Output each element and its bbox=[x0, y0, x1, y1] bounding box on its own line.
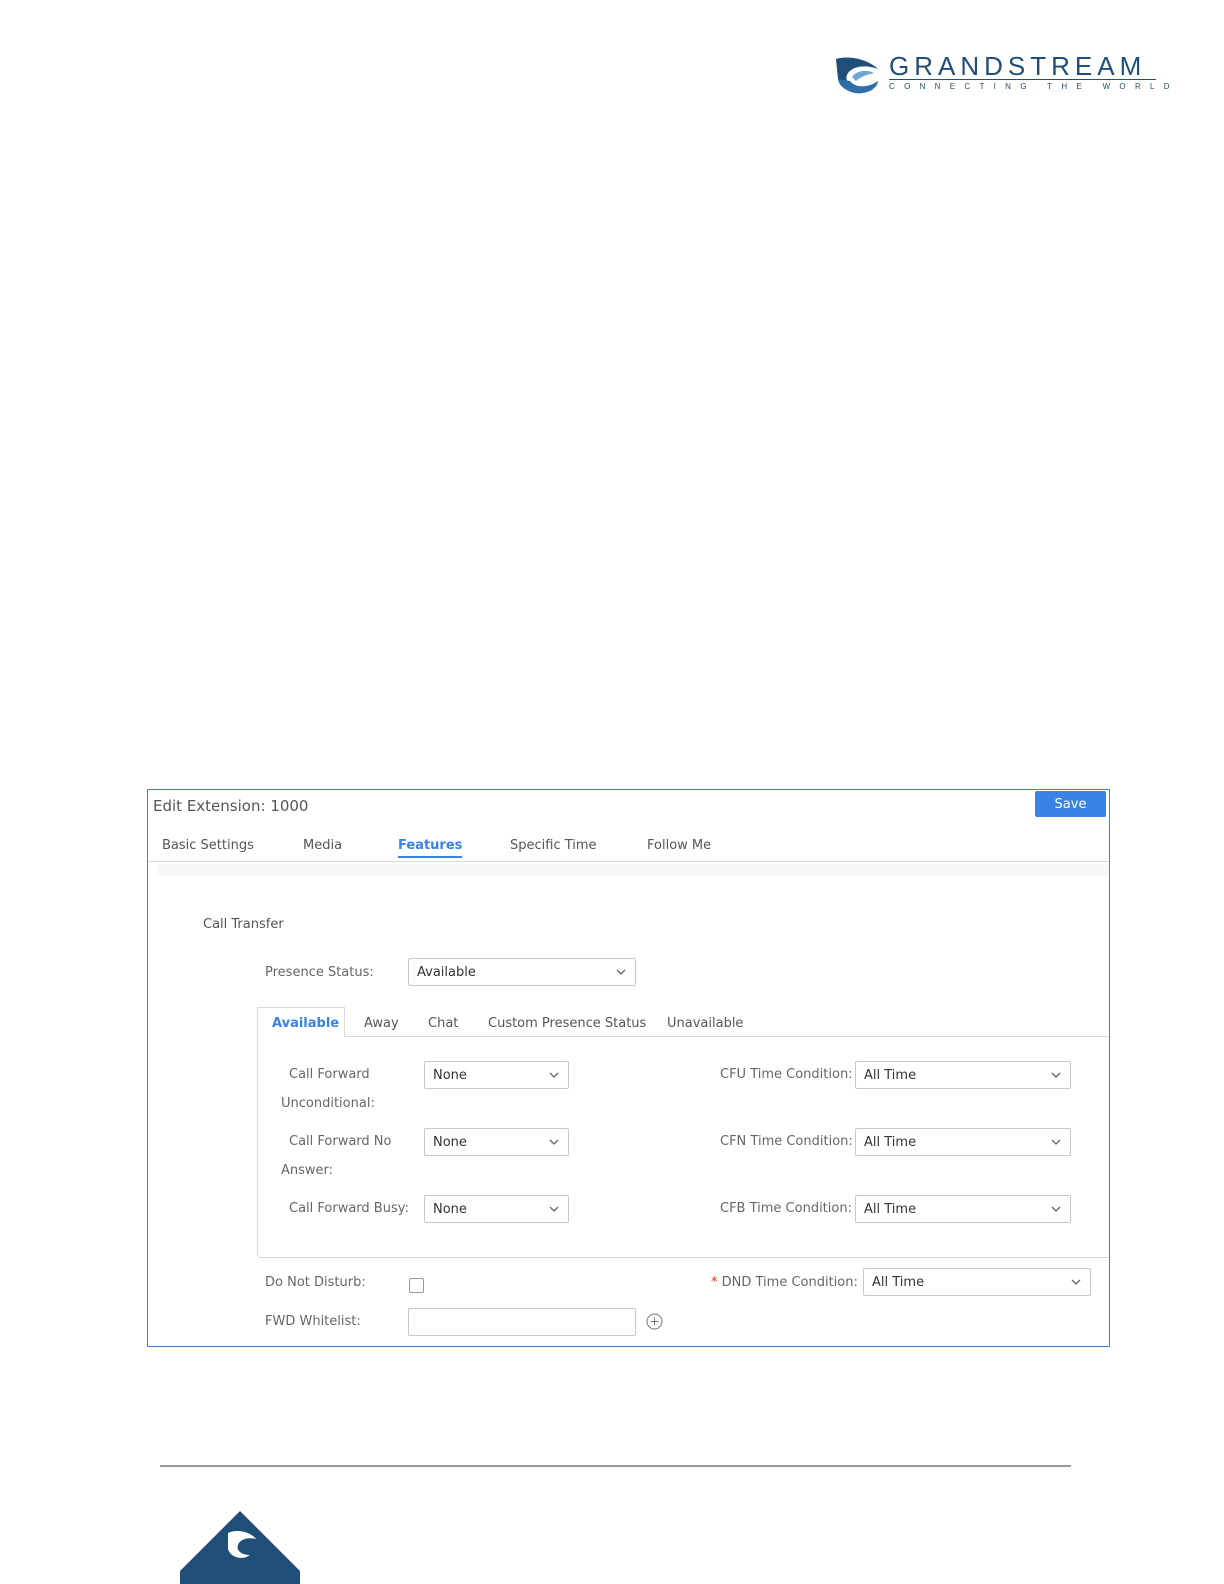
tab-away[interactable]: Away bbox=[364, 1016, 399, 1031]
fwd-whitelist-input[interactable] bbox=[408, 1308, 636, 1336]
footer-divider bbox=[160, 1465, 1071, 1467]
grandstream-logo-icon bbox=[836, 57, 878, 94]
cfb-time-value: All Time bbox=[864, 1202, 917, 1217]
chevron-down-icon bbox=[1051, 1206, 1061, 1212]
content-top-strip bbox=[158, 864, 1109, 876]
dialog-title: Edit Extension: 1000 bbox=[153, 797, 309, 815]
tab-unavailable[interactable]: Unavailable bbox=[667, 1016, 743, 1031]
edit-extension-dialog: Edit Extension: 1000 Save Basic Settings… bbox=[147, 789, 1110, 1347]
cfn-time-select[interactable]: All Time bbox=[855, 1128, 1071, 1156]
cfb-value: None bbox=[433, 1202, 467, 1217]
dnd-label: Do Not Disturb: bbox=[265, 1275, 366, 1290]
footer-logo-icon bbox=[180, 1511, 300, 1584]
chevron-down-icon bbox=[1071, 1279, 1081, 1285]
add-circle-icon[interactable] bbox=[646, 1313, 663, 1330]
section-title: Call Transfer bbox=[203, 917, 284, 932]
tab-media[interactable]: Media bbox=[303, 838, 342, 853]
fwd-whitelist-label: FWD Whitelist: bbox=[265, 1314, 361, 1329]
presence-status-select[interactable]: Available bbox=[408, 958, 636, 986]
cfb-time-select[interactable]: All Time bbox=[855, 1195, 1071, 1223]
save-button[interactable]: Save bbox=[1035, 791, 1106, 817]
chevron-down-icon bbox=[549, 1206, 559, 1212]
cfu-time-value: All Time bbox=[864, 1068, 917, 1083]
cfn-label-line1: Call Forward No bbox=[289, 1134, 392, 1149]
tab-available[interactable]: Available bbox=[272, 1016, 339, 1031]
dnd-time-label-wrap: * DND Time Condition: bbox=[711, 1275, 858, 1290]
cfn-value: None bbox=[433, 1135, 467, 1150]
cfu-time-select[interactable]: All Time bbox=[855, 1061, 1071, 1089]
tab-basic-settings[interactable]: Basic Settings bbox=[162, 838, 254, 853]
tab-follow-me[interactable]: Follow Me bbox=[647, 838, 711, 853]
cfn-time-label: CFN Time Condition: bbox=[720, 1134, 853, 1149]
cfb-label: Call Forward Busy: bbox=[289, 1201, 409, 1216]
main-tabs: Basic Settings Media Features Specific T… bbox=[148, 828, 1109, 862]
cfu-time-label: CFU Time Condition: bbox=[720, 1067, 853, 1082]
tab-custom-presence-status[interactable]: Custom Presence Status bbox=[488, 1016, 646, 1031]
tab-features[interactable]: Features bbox=[398, 838, 463, 858]
brand-name: GRANDSTREAM bbox=[889, 51, 1147, 81]
cfu-label-line1: Call Forward bbox=[289, 1067, 370, 1082]
brand-divider bbox=[889, 79, 1156, 80]
cfb-select[interactable]: None bbox=[424, 1195, 569, 1223]
dnd-time-label: DND Time Condition: bbox=[721, 1275, 858, 1290]
dnd-time-select[interactable]: All Time bbox=[863, 1268, 1091, 1296]
chevron-down-icon bbox=[1051, 1139, 1061, 1145]
cfn-label-line2: Answer: bbox=[281, 1163, 334, 1178]
cfu-value: None bbox=[433, 1068, 467, 1083]
chevron-down-icon bbox=[1051, 1072, 1061, 1078]
tab-specific-time[interactable]: Specific Time bbox=[510, 838, 597, 853]
presence-status-label: Presence Status: bbox=[265, 965, 374, 980]
cfu-label-line2: Unconditional: bbox=[281, 1096, 375, 1111]
chevron-down-icon bbox=[549, 1139, 559, 1145]
tab-chat[interactable]: Chat bbox=[428, 1016, 458, 1031]
dnd-checkbox[interactable] bbox=[409, 1278, 424, 1293]
grandstream-logo: GRANDSTREAM CONNECTING THE WORLD bbox=[834, 51, 1170, 99]
required-mark: * bbox=[711, 1275, 718, 1290]
chevron-down-icon bbox=[616, 969, 626, 975]
brand-tagline: CONNECTING THE WORLD bbox=[889, 82, 1179, 91]
presence-status-value: Available bbox=[417, 965, 476, 980]
chevron-down-icon bbox=[549, 1072, 559, 1078]
presence-tabs: Available Away Chat Custom Presence Stat… bbox=[257, 1007, 1109, 1037]
cfn-select[interactable]: None bbox=[424, 1128, 569, 1156]
cfu-select[interactable]: None bbox=[424, 1061, 569, 1089]
dnd-time-value: All Time bbox=[872, 1275, 925, 1290]
cfn-time-value: All Time bbox=[864, 1135, 917, 1150]
cfb-time-label: CFB Time Condition: bbox=[720, 1201, 852, 1216]
